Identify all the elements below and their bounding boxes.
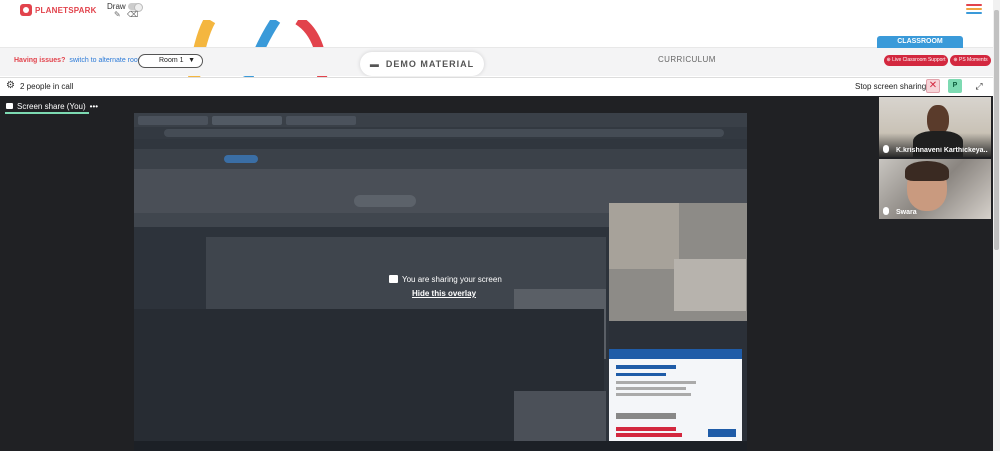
- pencil-icon[interactable]: ✎: [114, 11, 121, 19]
- logo-mark-icon: [20, 4, 32, 16]
- call-bar: [0, 77, 1000, 96]
- scrollbar-thumb[interactable]: [994, 10, 999, 250]
- hamburger-icon[interactable]: [966, 4, 982, 14]
- more-dots-icon[interactable]: •••: [90, 102, 98, 111]
- issues-notice: Having issues? switch to alternate room: [14, 57, 144, 64]
- screen-share-tab-underline: [5, 112, 89, 114]
- demo-material-label: DEMO MATERIAL: [385, 59, 475, 69]
- stop-sharing-close-button[interactable]: ✕: [926, 79, 940, 93]
- microphone-icon: [883, 207, 889, 215]
- sharing-overlay-title: You are sharing your screen: [402, 275, 502, 284]
- hide-overlay-link[interactable]: Hide this overlay: [412, 289, 476, 298]
- folder-icon: ▬: [369, 59, 380, 69]
- participant-name: K.krishnaveni Karthickeya...: [896, 147, 988, 154]
- settings-gear-icon[interactable]: ⚙: [6, 80, 15, 92]
- participant-button[interactable]: P: [948, 79, 962, 93]
- draw-toggle[interactable]: [128, 3, 143, 12]
- curriculum-tab[interactable]: CURRICULUM: [658, 55, 716, 64]
- room-select-value: Room 1: [159, 57, 184, 64]
- ps-moments-label: PS Moments: [958, 57, 988, 63]
- planetspark-logo[interactable]: PLANETSPARK: [20, 3, 97, 17]
- stop-sharing-label: Stop screen sharing: [855, 82, 927, 91]
- ps-moments-button[interactable]: ⊕ PS Moments: [950, 55, 991, 66]
- participant-tile[interactable]: Swara: [879, 159, 991, 219]
- logo-text: PLANETSPARK: [35, 5, 97, 15]
- expand-icon[interactable]: ⤢: [972, 79, 986, 93]
- alternate-room-link[interactable]: switch to alternate room: [69, 57, 143, 64]
- room-select[interactable]: Room 1 ▼: [138, 54, 203, 68]
- participant-video-hair: [905, 161, 949, 181]
- top-bar: [0, 0, 1000, 20]
- classroom-tab[interactable]: CLASSROOM: [877, 36, 963, 48]
- eraser-icon[interactable]: ⌫: [127, 11, 138, 19]
- live-support-label: Live Classroom Support: [892, 57, 946, 63]
- present-screen-icon: [6, 103, 13, 109]
- issues-text: Having issues?: [14, 57, 66, 64]
- live-support-button[interactable]: ⊕ Live Classroom Support: [884, 55, 948, 66]
- microphone-icon: [883, 145, 889, 153]
- caret-down-icon: ▼: [188, 57, 195, 64]
- demo-material-button[interactable]: ▬ DEMO MATERIAL: [360, 52, 484, 76]
- present-screen-icon: [389, 275, 398, 283]
- participant-tile[interactable]: K.krishnaveni Karthickeya...: [879, 97, 991, 157]
- participant-name: Swara: [896, 209, 917, 216]
- screen-share-tab-label: Screen share (You): [17, 101, 86, 111]
- screen-share-tab[interactable]: Screen share (You) •••: [6, 100, 98, 112]
- people-count: 2 people in call: [20, 82, 74, 91]
